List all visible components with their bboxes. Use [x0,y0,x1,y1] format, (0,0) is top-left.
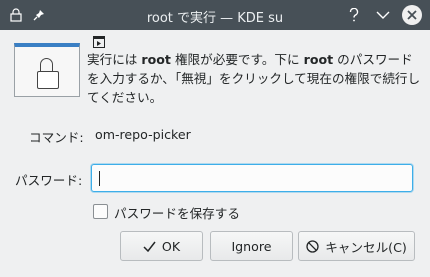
lock-body [37,71,59,89]
text-caret [99,171,100,186]
command-label: コマンド: [29,130,84,145]
cancel-button[interactable]: キャンセル(C) [298,231,415,261]
ok-button-label: OK [161,238,181,254]
save-password-checkbox[interactable] [93,204,108,219]
password-label: パスワード: [15,173,83,188]
checkmark-icon [143,241,156,252]
title-bar: root で実行 — KDE su [0,0,430,30]
ignore-button-label: Ignore [231,238,272,254]
minimize-icon[interactable] [373,5,393,25]
save-password-label[interactable]: パスワードを保存する [114,203,240,222]
password-field[interactable] [91,164,413,192]
cancel-button-label: キャンセル(C) [325,239,407,255]
cancel-icon [306,239,319,253]
ignore-button[interactable]: Ignore [210,231,293,261]
help-icon[interactable] [344,5,364,25]
expand-details-icon[interactable] [93,36,105,48]
lock-image [14,43,80,97]
ok-button[interactable]: OK [120,231,203,261]
command-value: om-repo-picker [95,127,191,142]
close-icon[interactable] [402,5,422,25]
message-text: 実行には root 権限が必要です。下に root のパスワードを入力するか、「… [87,52,421,105]
